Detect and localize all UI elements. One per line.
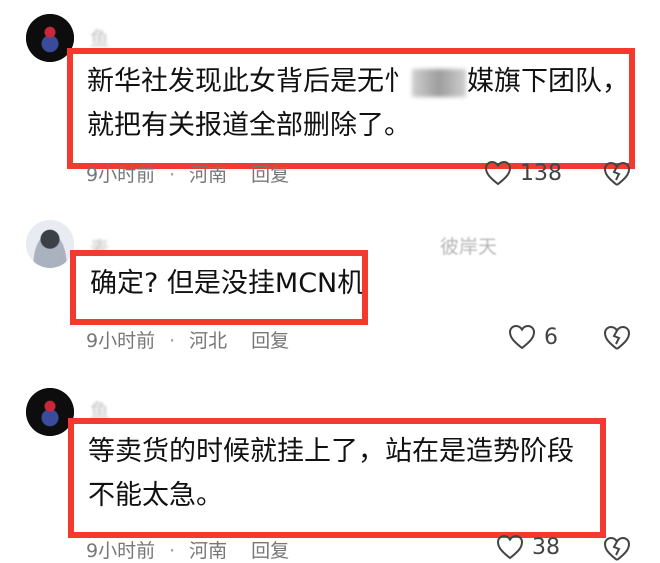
avatar-comment-2[interactable] bbox=[26, 220, 74, 268]
like-button-comment-2[interactable]: 6 bbox=[508, 324, 558, 350]
heart-outline-icon bbox=[496, 534, 524, 560]
comment-1-line-1: 新华社发现此女背后是无忄 媒旗下团队， bbox=[87, 60, 629, 104]
comment-location: 河南 bbox=[189, 540, 228, 562]
comment-2-meta: 9小时前 · 河北 回复 bbox=[86, 330, 290, 352]
comment-2-text-box: 确定? 但是没挂MCN机 bbox=[70, 250, 368, 325]
censored-blur bbox=[412, 68, 466, 97]
comment-time: 9小时前 bbox=[86, 330, 156, 352]
comment-3-text-box: 等卖货的时候就挂上了，站在是造势阶段 不能太急。 bbox=[68, 418, 606, 538]
username-comment-1[interactable]: 鱼 bbox=[90, 24, 110, 51]
comment-location: 河南 bbox=[189, 164, 228, 186]
heart-outline-icon bbox=[484, 160, 512, 186]
username-text: 彼岸天 bbox=[440, 236, 498, 258]
reply-button[interactable]: 回复 bbox=[251, 540, 289, 562]
like-count: 38 bbox=[532, 534, 560, 560]
comment-3-line-2: 不能太急。 bbox=[88, 480, 223, 511]
comment-time: 9小时前 bbox=[86, 540, 156, 562]
comment-time: 9小时前 bbox=[86, 164, 156, 186]
broken-heart-icon[interactable] bbox=[603, 161, 631, 187]
comment-3-meta: 9小时前 · 河南 回复 bbox=[86, 540, 290, 562]
avatar-comment-3[interactable] bbox=[26, 388, 74, 436]
like-button-comment-3[interactable]: 38 bbox=[496, 534, 560, 560]
username-comment-2-tail: 彼岸天 bbox=[440, 232, 497, 259]
comment-1-line-2: 就把有关报道全部删除了。 bbox=[87, 110, 411, 141]
broken-heart-icon[interactable] bbox=[603, 325, 631, 351]
like-button-comment-1[interactable]: 138 bbox=[484, 160, 562, 186]
like-count: 138 bbox=[520, 160, 562, 186]
like-count: 6 bbox=[544, 324, 558, 350]
reply-button[interactable]: 回复 bbox=[251, 164, 289, 186]
comment-location: 河北 bbox=[189, 330, 228, 352]
comment-1-text-box: 新华社发现此女背后是无忄 媒旗下团队， 就把有关报道全部删除了。 bbox=[67, 48, 635, 169]
comment-3-line-1: 等卖货的时候就挂上了，站在是造势阶段 bbox=[88, 436, 574, 467]
comment-text: 媒旗下团队， bbox=[467, 66, 629, 97]
heart-outline-icon bbox=[508, 324, 536, 350]
comment-1-meta: 9小时前 · 河南 回复 bbox=[86, 164, 290, 186]
reply-button[interactable]: 回复 bbox=[251, 330, 289, 352]
username-text: 鱼 bbox=[90, 28, 111, 50]
comment-2-line-1: 确定? 但是没挂MCN机 bbox=[90, 268, 365, 299]
broken-heart-icon[interactable] bbox=[603, 536, 631, 562]
comment-text: 新华社发现此女背后是无忄 bbox=[87, 66, 411, 97]
